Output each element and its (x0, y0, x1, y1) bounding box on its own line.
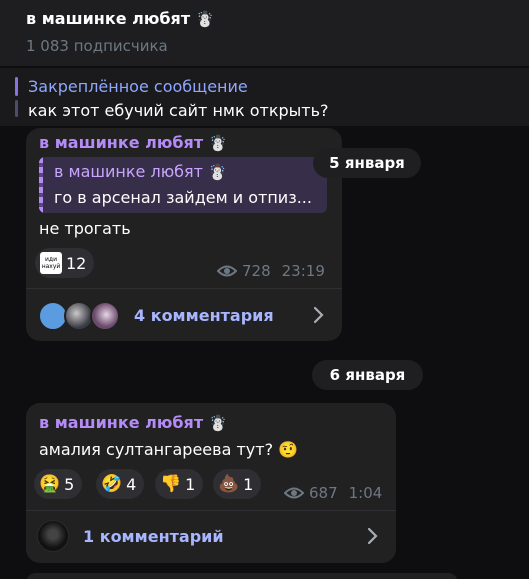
post-time: 1:04 (348, 484, 383, 502)
snowman-icon: ☃️ (208, 414, 228, 432)
message-text: амалия султангареева тут? 🤨 (39, 440, 299, 459)
pinned-message-bar[interactable]: Закреплённое сообщение как этот ебучий с… (0, 68, 529, 126)
reaction-count: 5 (64, 474, 75, 494)
date-separator: 6 января (312, 360, 423, 390)
rolling-laughing-icon: 🤣 (101, 473, 123, 494)
comments-button[interactable]: 1 комментарий (26, 511, 396, 563)
comments-count: 4 комментария (134, 306, 274, 325)
snowman-icon: ☃️ (195, 10, 215, 28)
reaction-sticker[interactable]: иди нахуй 12 (35, 248, 95, 278)
raised-eyebrow-icon: 🤨 (278, 440, 299, 459)
reaction-count: 1 (243, 474, 254, 494)
post-meta: 687 1:04 (284, 484, 382, 502)
pinned-label: Закреплённое сообщение (28, 77, 248, 96)
pinned-indicator (15, 100, 18, 117)
view-count: 687 (309, 484, 338, 502)
post-time: 23:19 (281, 262, 325, 280)
reaction-count: 4 (126, 474, 137, 494)
view-count: 728 (242, 262, 271, 280)
reaction-count: 12 (66, 253, 87, 273)
nauseated-face-icon: 🤮 (39, 473, 61, 494)
reaction-button[interactable]: 👎 1 (155, 469, 204, 499)
pinned-indicator (15, 77, 18, 96)
comments-button[interactable]: 4 комментария (26, 289, 342, 341)
thumbs-down-icon: 👎 (160, 473, 182, 494)
reaction-button[interactable]: 💩 1 (213, 469, 262, 499)
avatar (37, 520, 69, 552)
eye-icon (284, 487, 304, 499)
channel-title: в машинке любят ☃️ (26, 9, 215, 28)
date-separator: 5 января (313, 148, 421, 178)
reaction-button[interactable]: 🤣 4 (96, 469, 145, 499)
post-author[interactable]: в машинке любят ☃️ (39, 413, 227, 432)
post-meta: 728 23:19 (217, 262, 325, 280)
reaction-count: 1 (185, 474, 196, 494)
chevron-right-icon (313, 306, 324, 324)
chevron-right-icon (367, 527, 378, 545)
subscriber-count: 1 083 подписчика (26, 37, 168, 55)
snowman-icon: ☃️ (208, 134, 228, 152)
reply-author: в машинке любят ☃️ (54, 162, 227, 181)
reply-preview[interactable]: в машинке любят ☃️ го в арсенал зайдем и… (39, 157, 327, 213)
channel-post (26, 573, 458, 579)
pinned-text: как этот ебучий сайт нмк открыть? (28, 101, 329, 120)
avatar (90, 301, 120, 331)
eye-icon (217, 265, 237, 277)
pile-of-poo-icon: 💩 (218, 473, 240, 494)
reply-stripe (39, 157, 43, 213)
reaction-button[interactable]: 🤮 5 (34, 469, 83, 499)
sticker-icon: иди нахуй (40, 252, 62, 274)
message-text: не трогать (39, 219, 131, 238)
chat-header[interactable]: в машинке любят ☃️ 1 083 подписчика (0, 0, 529, 66)
comments-count: 1 комментарий (83, 527, 224, 546)
snowman-icon: ☃️ (208, 163, 227, 181)
reply-text: го в арсенал зайдем и отпиз... (54, 188, 312, 207)
post-author[interactable]: в машинке любят ☃️ (39, 133, 227, 152)
